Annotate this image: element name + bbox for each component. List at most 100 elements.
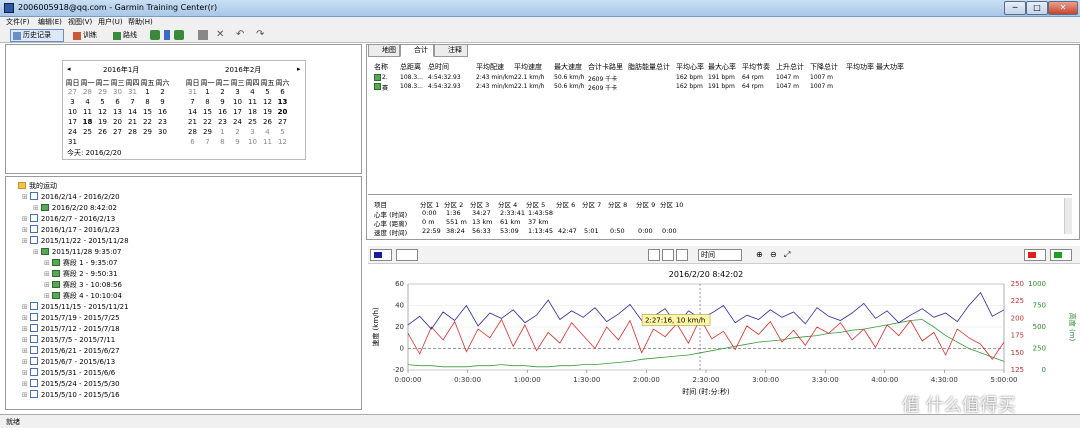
calendar-day[interactable]: 19 xyxy=(95,118,110,128)
expand-icon[interactable]: ⊞ xyxy=(22,215,28,223)
calendar-day[interactable]: 22 xyxy=(200,118,215,128)
calendar-day[interactable]: 11 xyxy=(80,108,95,118)
calendar-day[interactable]: 17 xyxy=(65,118,80,128)
receive-device-icon[interactable] xyxy=(150,30,160,40)
calendar-day[interactable]: 15 xyxy=(200,108,215,118)
tree-node[interactable]: ⊞ 2015/7/19 - 2015/7/25 xyxy=(22,313,120,323)
calendar-day[interactable]: 6 xyxy=(275,88,290,98)
summary-col-header[interactable]: 合计卡路里 xyxy=(588,62,623,72)
calendar-day[interactable]: 31 xyxy=(65,138,80,148)
tree-node[interactable]: ⊞ 2015/11/15 - 2015/11/21 xyxy=(22,302,129,312)
calendar-day[interactable]: 23 xyxy=(215,118,230,128)
summary-col-header[interactable]: 平均配速 xyxy=(476,62,504,72)
calendar-day[interactable]: 28 xyxy=(125,128,140,138)
calendar-day[interactable]: 27 xyxy=(275,118,290,128)
left-series-color-select[interactable] xyxy=(370,249,392,261)
calendar-next-button[interactable]: ▸ xyxy=(297,65,301,73)
calendar-day[interactable]: 23 xyxy=(155,118,170,128)
tree-node[interactable]: ⊞ 2016/2/14 - 2016/2/20 xyxy=(22,192,120,202)
calendar-day[interactable]: 18 xyxy=(245,108,260,118)
calendar-day[interactable]: 11 xyxy=(260,138,275,148)
calendar-day[interactable]: 26 xyxy=(95,128,110,138)
calendar-day[interactable]: 28 xyxy=(185,128,200,138)
close-button[interactable]: ✕ xyxy=(1048,1,1078,15)
calendar-day[interactable]: 25 xyxy=(245,118,260,128)
calendar-day[interactable]: 13 xyxy=(110,108,125,118)
expand-icon[interactable]: ⊞ xyxy=(44,259,50,267)
calendar-day[interactable]: 9 xyxy=(215,98,230,108)
calendar-day[interactable]: 31 xyxy=(125,88,140,98)
copy-icon[interactable] xyxy=(198,30,208,40)
calendar-day[interactable]: 7 xyxy=(125,98,140,108)
summary-col-header[interactable]: 最大功率 xyxy=(876,62,904,72)
calendar-day[interactable]: 5 xyxy=(95,98,110,108)
expand-icon[interactable]: ⊞ xyxy=(22,347,28,355)
tree-node[interactable]: ⊞ 2015/6/7 - 2015/6/13 xyxy=(22,357,115,367)
menu-edit[interactable]: 编辑(E) xyxy=(38,17,62,27)
calendar-day[interactable]: 7 xyxy=(185,98,200,108)
calendar-day[interactable]: 22 xyxy=(140,118,155,128)
summary-col-header[interactable]: 总时间 xyxy=(428,62,449,72)
tree-node[interactable]: ⊞ 赛段 1 - 9:35:07 xyxy=(44,258,118,268)
expand-icon[interactable]: ⊞ xyxy=(22,226,28,234)
calendar-day[interactable]: 10 xyxy=(245,138,260,148)
calendar-day[interactable]: 27 xyxy=(65,88,80,98)
calendar-day[interactable]: 8 xyxy=(200,98,215,108)
calendar-day[interactable]: 24 xyxy=(65,128,80,138)
calendar-day[interactable]: 17 xyxy=(230,108,245,118)
calendar-day[interactable]: 1 xyxy=(140,88,155,98)
calendar-day[interactable]: 8 xyxy=(215,138,230,148)
tree-root[interactable]: 我的运动 xyxy=(18,181,57,191)
view-mode-3-icon[interactable] xyxy=(676,249,688,261)
tree-node[interactable]: ⊞ 2015/5/24 - 2015/5/30 xyxy=(22,379,120,389)
summary-col-header[interactable]: 平均速度 xyxy=(514,62,542,72)
calendar-day[interactable]: 27 xyxy=(110,128,125,138)
calendar-day[interactable]: 3 xyxy=(230,88,245,98)
calendar-day[interactable]: 3 xyxy=(65,98,80,108)
expand-icon[interactable]: ⊞ xyxy=(22,391,28,399)
summary-col-header[interactable]: 最大速度 xyxy=(554,62,582,72)
calendar-day[interactable]: 20 xyxy=(275,108,290,118)
right-series-color-select-2[interactable] xyxy=(1050,249,1072,261)
calendar-day[interactable]: 6 xyxy=(185,138,200,148)
zoom-out-icon[interactable]: ⊖ xyxy=(770,250,780,260)
calendar-day[interactable]: 11 xyxy=(245,98,260,108)
calendar-day[interactable]: 10 xyxy=(230,98,245,108)
calendar-day[interactable]: 24 xyxy=(230,118,245,128)
menu-file[interactable]: 文件(F) xyxy=(6,17,30,27)
calendar-day[interactable]: 25 xyxy=(80,128,95,138)
calendar-day[interactable]: 12 xyxy=(260,98,275,108)
tree-node[interactable]: ⊞ 2016/1/17 - 2016/1/23 xyxy=(22,225,120,235)
calendar-day[interactable]: 9 xyxy=(230,138,245,148)
calendar-day[interactable]: 9 xyxy=(155,98,170,108)
calendar-day[interactable]: 2 xyxy=(230,128,245,138)
calendar-day[interactable]: 2 xyxy=(155,88,170,98)
tree-node[interactable]: ⊞ 2015/11/22 - 2015/11/28 xyxy=(22,236,129,246)
summary-col-header[interactable]: 平均功率 xyxy=(846,62,874,72)
calendar-day[interactable]: 12 xyxy=(275,138,290,148)
calendar-day[interactable]: 30 xyxy=(110,88,125,98)
calendar-day[interactable]: 13 xyxy=(275,98,290,108)
calendar-day[interactable]: 16 xyxy=(155,108,170,118)
expand-icon[interactable]: ⊞ xyxy=(33,248,39,256)
view-mode-1-icon[interactable] xyxy=(648,249,660,261)
calendar-day[interactable]: 10 xyxy=(65,108,80,118)
zones-scrollbar[interactable] xyxy=(1064,198,1072,234)
tree-node[interactable]: ⊞ 2015/7/5 - 2015/7/11 xyxy=(22,335,115,345)
maximize-button[interactable]: □ xyxy=(1026,1,1048,15)
tab-map[interactable]: 地图 xyxy=(368,44,400,57)
zoom-fit-icon[interactable]: ⤢ xyxy=(784,250,794,260)
calendar-day[interactable]: 3 xyxy=(245,128,260,138)
calendar-day[interactable]: 26 xyxy=(260,118,275,128)
expand-icon[interactable]: ⊞ xyxy=(22,325,28,333)
calendar-day[interactable]: 2 xyxy=(215,88,230,98)
undo-icon[interactable]: ↶ xyxy=(236,30,246,40)
summary-col-header[interactable]: 脂肪能量总计 xyxy=(628,62,670,72)
calendar-day[interactable]: 7 xyxy=(200,138,215,148)
tree-node[interactable]: ⊞ 2016/2/20 8:42:02 xyxy=(33,203,117,213)
expand-icon[interactable]: ⊞ xyxy=(22,336,28,344)
calendar-day[interactable]: 12 xyxy=(95,108,110,118)
tree-node[interactable]: ⊞ 2015/5/31 - 2015/6/6 xyxy=(22,368,115,378)
calendar-day[interactable]: 18 xyxy=(80,118,95,128)
calendar-day[interactable]: 8 xyxy=(140,98,155,108)
